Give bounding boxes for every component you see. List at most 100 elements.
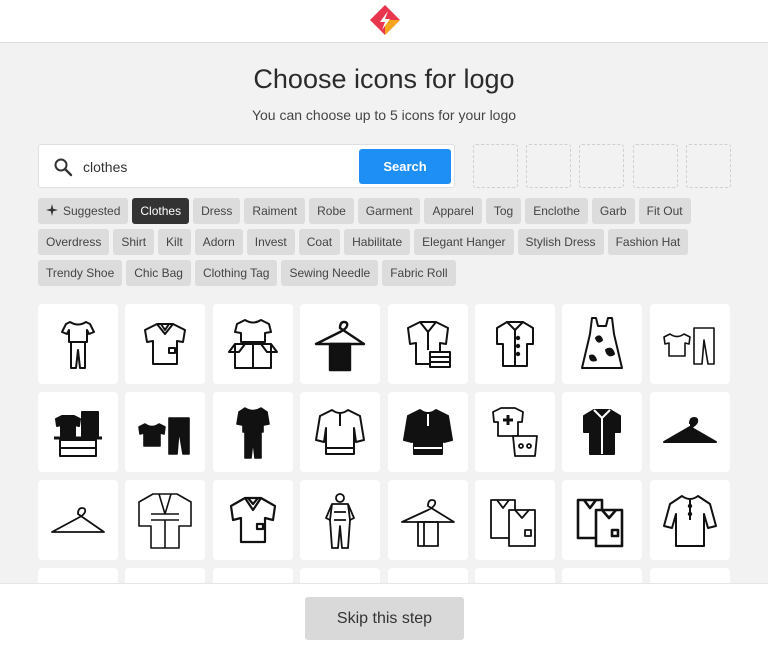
tag-clothing-tag[interactable]: Clothing Tag xyxy=(194,260,278,286)
icon-tile[interactable] xyxy=(474,304,555,384)
icon-tile[interactable] xyxy=(38,392,118,472)
tshirt-pants-icon xyxy=(61,321,95,369)
overalls-icon xyxy=(325,493,356,549)
icon-tile[interactable] xyxy=(562,480,643,560)
tag-elegant-hanger[interactable]: Elegant Hanger xyxy=(414,229,514,255)
icon-tile[interactable] xyxy=(562,568,643,584)
icon-tile[interactable] xyxy=(125,304,206,384)
tag-adorn[interactable]: Adorn xyxy=(194,229,243,255)
sweater-filled-icon xyxy=(402,409,453,455)
long-shirt-icon xyxy=(662,495,717,547)
icon-tile[interactable] xyxy=(300,304,381,384)
icon-tile[interactable] xyxy=(300,480,381,560)
towel-on-hanger-icon xyxy=(400,499,455,547)
laundry-basket-icon xyxy=(492,407,538,457)
icon-tile[interactable] xyxy=(649,392,730,472)
icon-tile[interactable] xyxy=(562,304,643,384)
tag-garb[interactable]: Garb xyxy=(591,198,635,224)
icon-tile[interactable] xyxy=(125,480,206,560)
selected-icon-slot-5[interactable] xyxy=(686,144,731,188)
stacked-shirts-bold-icon xyxy=(577,498,624,548)
icon-tile[interactable] xyxy=(387,304,468,384)
icon-tile[interactable] xyxy=(38,304,118,384)
icon-tile[interactable] xyxy=(212,304,293,384)
tag-apparel[interactable]: Apparel xyxy=(424,198,482,224)
tag-kilt[interactable]: Kilt xyxy=(158,229,191,255)
button-shirt-filled-icon xyxy=(583,409,622,455)
icon-tile[interactable] xyxy=(649,304,730,384)
icon-tile[interactable] xyxy=(649,480,730,560)
sparkle-icon xyxy=(46,204,58,216)
polo-shirt-icon xyxy=(144,323,187,365)
clothes-rack-icon xyxy=(54,411,102,457)
selected-icon-slot-2[interactable] xyxy=(526,144,571,188)
selected-icon-slot-1[interactable] xyxy=(473,144,518,188)
tag-enclothe[interactable]: Enclothe xyxy=(525,198,588,224)
tag-habilitate[interactable]: Habilitate xyxy=(344,229,411,255)
icon-tile[interactable] xyxy=(300,568,381,584)
stained-dress-icon xyxy=(581,317,624,369)
top-bar xyxy=(0,0,768,43)
tag-fit-out[interactable]: Fit Out xyxy=(638,198,691,224)
tag-overdress[interactable]: Overdress xyxy=(38,229,110,255)
search-icon xyxy=(54,158,73,177)
tag-invest[interactable]: Invest xyxy=(246,229,295,255)
hanger-filled-icon xyxy=(662,417,717,443)
tag-fabric-roll[interactable]: Fabric Roll xyxy=(382,260,456,286)
icon-tile[interactable] xyxy=(300,392,381,472)
icon-tile[interactable] xyxy=(474,392,555,472)
footer-bar: Skip this step xyxy=(0,583,768,645)
tag-label: Suggested xyxy=(63,204,121,218)
tag-raiment[interactable]: Raiment xyxy=(244,198,306,224)
search-box: Search xyxy=(38,144,455,188)
icon-tile[interactable] xyxy=(38,480,118,560)
page-subtitle: You can choose up to 5 icons for your lo… xyxy=(251,107,517,123)
icon-tile[interactable] xyxy=(387,568,468,584)
polo-shirt-outline-icon xyxy=(229,496,276,544)
hanger-icon xyxy=(51,507,105,533)
tag-tog[interactable]: Tog xyxy=(485,198,522,224)
tag-chic-bag[interactable]: Chic Bag xyxy=(126,260,191,286)
icon-tile[interactable] xyxy=(387,480,468,560)
search-button[interactable]: Search xyxy=(359,149,451,184)
tag-robe[interactable]: Robe xyxy=(309,198,354,224)
tag-trendy-shoe[interactable]: Trendy Shoe xyxy=(38,260,123,286)
kimono-icon xyxy=(138,493,193,549)
shirt-pants-icon xyxy=(662,327,715,365)
icon-tile[interactable] xyxy=(38,568,118,584)
sweater-icon xyxy=(315,409,366,455)
icon-tile[interactable] xyxy=(212,480,293,560)
tag-coat[interactable]: Coat xyxy=(298,229,341,255)
shirt-folded-icon xyxy=(406,321,451,368)
towel-hanger-icon xyxy=(314,320,366,372)
icon-tile[interactable] xyxy=(474,480,555,560)
brand-logo-icon[interactable] xyxy=(367,3,403,39)
tag-dress[interactable]: Dress xyxy=(193,198,241,224)
tag-sewing-needle[interactable]: Sewing Needle xyxy=(281,260,379,286)
button-shirt-icon xyxy=(495,321,534,367)
icon-tile[interactable] xyxy=(212,568,293,584)
selected-icon-slot-3[interactable] xyxy=(579,144,624,188)
tag-stylish-dress[interactable]: Stylish Dress xyxy=(517,229,604,255)
icon-tile[interactable] xyxy=(562,392,643,472)
icon-tile[interactable] xyxy=(125,568,206,584)
clothes-box-icon xyxy=(227,319,278,369)
outfit-filled-icon xyxy=(235,407,270,459)
skip-step-button[interactable]: Skip this step xyxy=(305,597,464,640)
tag-garment[interactable]: Garment xyxy=(357,198,421,224)
stacked-shirts-icon xyxy=(490,499,536,547)
icon-tile[interactable] xyxy=(212,392,293,472)
tag-shirt[interactable]: Shirt xyxy=(113,229,155,255)
tag-fashion-hat[interactable]: Fashion Hat xyxy=(607,229,689,255)
shirt-pants-filled-icon xyxy=(138,417,191,455)
icon-tile[interactable] xyxy=(474,568,555,584)
search-input[interactable] xyxy=(83,153,353,181)
tag-suggested[interactable]: Suggested xyxy=(38,198,129,224)
page-title: Choose icons for logo xyxy=(253,64,515,94)
icon-tile[interactable] xyxy=(649,568,730,584)
icon-tile[interactable] xyxy=(125,392,206,472)
icon-grid xyxy=(38,304,730,584)
tag-clothes[interactable]: Clothes xyxy=(132,198,190,224)
selected-icon-slot-4[interactable] xyxy=(633,144,678,188)
icon-tile[interactable] xyxy=(387,392,468,472)
